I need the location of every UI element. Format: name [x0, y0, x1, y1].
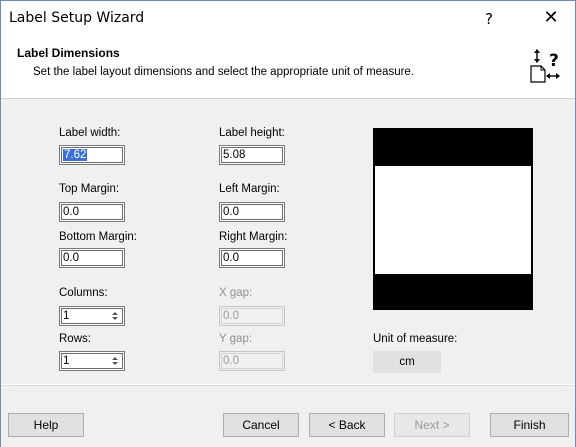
top-margin-label: Top Margin: [59, 183, 120, 195]
title-help-button[interactable]: ? [474, 8, 504, 30]
help-button[interactable]: Help [8, 413, 84, 437]
left-margin-value: 0.0 [223, 206, 239, 218]
label-width-label: Label width: [59, 127, 121, 139]
label-preview-rectangle [375, 166, 531, 274]
title-bar: Label Setup Wizard ? ✕ [1, 1, 575, 34]
close-button[interactable]: ✕ [536, 6, 566, 30]
label-width-value: 7.62 [63, 149, 88, 161]
wizard-footer: Help Cancel < Back Next > Finish [1, 385, 575, 447]
rows-label: Rows: [59, 333, 91, 345]
x-gap-input: 0.0 [219, 306, 285, 326]
cancel-button[interactable]: Cancel [223, 413, 299, 437]
bottom-margin-input[interactable]: 0.0 [59, 248, 125, 268]
left-margin-input[interactable]: 0.0 [219, 202, 285, 222]
y-gap-input: 0.0 [219, 351, 285, 371]
right-margin-value: 0.0 [223, 252, 239, 264]
x-gap-value: 0.0 [223, 310, 239, 322]
right-margin-input[interactable]: 0.0 [219, 248, 285, 268]
columns-value: 1 [63, 310, 70, 322]
y-gap-label: Y gap: [219, 333, 253, 345]
wizard-header: Label Dimensions Set the label layout di… [1, 34, 575, 99]
x-gap-label: X gap: [219, 287, 253, 299]
label-layout-preview [373, 128, 533, 310]
label-height-input[interactable]: 5.08 [219, 145, 285, 165]
bottom-margin-label: Bottom Margin: [59, 231, 137, 243]
unit-of-measure-label: Unit of measure: [373, 333, 458, 345]
next-button: Next > [394, 413, 470, 437]
right-margin-label: Right Margin: [219, 231, 288, 243]
label-dimensions-help-icon: ? [530, 49, 560, 83]
label-height-label: Label height: [219, 127, 285, 139]
left-margin-label: Left Margin: [219, 183, 280, 195]
columns-label: Columns: [59, 287, 108, 299]
rows-value: 1 [63, 355, 70, 367]
columns-spin-arrows-icon[interactable] [110, 310, 120, 322]
wizard-body: Label width: 7.62 Label height: 5.08 Top… [1, 99, 575, 384]
page-title: Label Dimensions [17, 46, 120, 60]
label-height-value: 5.08 [223, 149, 246, 161]
finish-button[interactable]: Finish [490, 413, 569, 437]
label-setup-wizard-dialog: Label Setup Wizard ? ✕ Label Dimensions … [0, 0, 576, 447]
y-gap-value: 0.0 [223, 355, 239, 367]
page-subtitle: Set the label layout dimensions and sele… [33, 66, 415, 78]
top-margin-value: 0.0 [63, 206, 79, 218]
back-button[interactable]: < Back [309, 413, 385, 437]
label-width-input[interactable]: 7.62 [59, 145, 125, 165]
svg-text:?: ? [549, 51, 559, 71]
unit-of-measure-button[interactable]: cm [373, 351, 441, 373]
bottom-margin-value: 0.0 [63, 252, 79, 264]
rows-stepper[interactable]: 1 [59, 351, 125, 371]
top-margin-input[interactable]: 0.0 [59, 202, 125, 222]
columns-stepper[interactable]: 1 [59, 306, 125, 326]
rows-spin-arrows-icon[interactable] [110, 355, 120, 367]
window-title: Label Setup Wizard [9, 10, 145, 26]
